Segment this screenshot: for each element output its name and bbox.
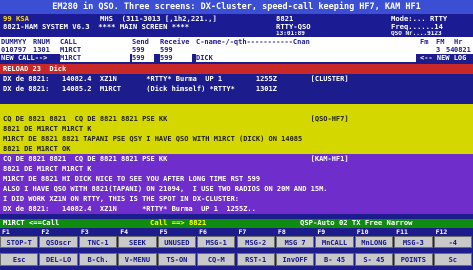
col-header-hr: Hr: [454, 38, 463, 46]
header-mode: MHS (311-3013 [,1h2,221.,]: [100, 15, 217, 23]
shift-fkey-button-10[interactable]: S- 45: [354, 253, 394, 266]
fkey-button-11[interactable]: MSG-3: [394, 236, 433, 248]
fkey-number: F5: [159, 228, 168, 236]
fkey-number: F1: [2, 228, 10, 236]
fkey-button-5[interactable]: UNUSED: [157, 236, 197, 248]
header-station: 8821: [276, 15, 294, 23]
col-header-receive: Receive: [160, 38, 190, 46]
fkey-number: F9: [317, 228, 326, 236]
fkey-number: F10: [356, 228, 369, 236]
fkey-button-8[interactable]: MSG 7: [275, 236, 315, 248]
log-row-receive: 599: [160, 46, 173, 54]
message-line: ALSO I HAVE QSO WITH 8821(TAPANI) ON 210…: [0, 184, 473, 194]
col-header-date: DUMMYY: [1, 38, 27, 46]
col-header-send: Send: [132, 38, 149, 46]
new-call-receive[interactable]: 599: [160, 54, 192, 62]
shift-fkey-button-1[interactable]: Esc: [0, 253, 39, 266]
message-line: 8821 DE M1RCT M1RCT K: [0, 124, 473, 134]
shift-fkey-button-8[interactable]: InvOFF: [275, 253, 315, 266]
header-system: 8821-HAM SYSTEM V6.3 **** MAIN SCREEN **…: [3, 23, 190, 31]
app-window: EM280 in QSO. Three screens: DX-Cluster,…: [0, 0, 473, 270]
fkey-button-1[interactable]: STOP-T: [0, 236, 39, 248]
message-line: 8821 DE M1RCT OK: [0, 144, 473, 154]
new-call-row[interactable]: NEW CALL--> M1RCT 599 599 DICK <-- NEW L…: [0, 54, 473, 63]
col-header-name: C-name-/-qth-----------Cnan: [196, 38, 310, 46]
shift-fkey-button-5[interactable]: TS-ON: [157, 253, 197, 266]
header-time: 13:01:89: [276, 31, 305, 36]
fkey-button-9[interactable]: MnCALL: [315, 236, 354, 248]
message-line: DX de 8821: 14082.4 XZ1N *RTTY* Burma UP…: [0, 204, 473, 214]
shift-fkey-button-7[interactable]: RST-1: [236, 253, 275, 266]
shift-fkey-button-12[interactable]: Sc: [433, 253, 472, 266]
log-row-call: M1RCT: [60, 46, 82, 54]
fkey-button-2[interactable]: QSOscr: [39, 236, 78, 248]
status-bar: M1RCT <==Call Call ==> 8821 QSP-Auto 02 …: [0, 219, 473, 228]
log-row-date: 010797: [1, 46, 27, 54]
fkey-number: F4: [120, 228, 129, 236]
fkey-number: F12: [435, 228, 448, 236]
fkey-number: F11: [396, 228, 408, 236]
log-table: DUMMYY RNUM CALL Send Receive C-name-/-q…: [0, 37, 473, 63]
col-header-rnum: RNUM: [33, 38, 50, 46]
message-line: M1RCT DE 8821 HI DICK NICE TO SEE YOU AF…: [0, 174, 473, 184]
fkey-button-3[interactable]: TNC-1: [78, 236, 118, 248]
message-line: RELOAD 23 Dick: [0, 64, 473, 74]
fkey-button-12[interactable]: -4: [433, 236, 472, 248]
status-call-left: M1RCT <==Call: [3, 219, 60, 227]
fkey-number: F2: [41, 228, 50, 236]
header-modeinfo: Mode:... RTTY: [391, 15, 448, 23]
fkey-number: F8: [277, 228, 286, 236]
fkey-number: F7: [238, 228, 247, 236]
fkey-button-4[interactable]: SEEK: [118, 236, 157, 248]
fkey-number: F6: [199, 228, 207, 236]
fkey-button-10[interactable]: MnLONG: [354, 236, 394, 248]
message-line: 8821 DE M1RCT M1RCT K: [0, 164, 473, 174]
new-log-label: <-- NEW LOG: [420, 54, 467, 62]
shift-fkey-button-9[interactable]: B- 45: [315, 253, 354, 266]
shift-fkey-button-2[interactable]: DEL-LO: [39, 253, 78, 266]
log-row-rnum: 1301: [33, 46, 50, 54]
shift-fkey-button-3[interactable]: B-Ch.: [78, 253, 118, 266]
col-header-fm2: FM: [436, 38, 445, 46]
log-row-send: 599: [132, 46, 145, 54]
fkey-number: F3: [80, 228, 89, 236]
shift-fkey-button-6[interactable]: CQ-M: [197, 253, 236, 266]
shift-fkey-button-4[interactable]: V-MENU: [118, 253, 157, 266]
message-line: [0, 94, 473, 104]
title-bar: EM280 in QSO. Three screens: DX-Cluster,…: [0, 0, 473, 14]
message-line: [0, 104, 473, 114]
header-panel: 99 KSA MHS (311-3013 [,1h2,221.,] 8821 M…: [0, 14, 473, 36]
header-qsonr: QSO Nr....9123: [391, 31, 442, 36]
new-call-name[interactable]: DICK: [196, 54, 416, 62]
shift-fkey-button-11[interactable]: POINTS: [394, 253, 433, 266]
header-call: 99 KSA: [3, 15, 29, 23]
message-line: M1RCT DE 8821 8821 TAPANI PSE QSY I HAVE…: [0, 134, 473, 144]
new-call-label: NEW CALL-->: [1, 54, 48, 62]
message-line: CQ DE 8821 8821 CQ DE 8821 8821 PSE KK […: [0, 114, 473, 124]
new-call-input[interactable]: M1RCT: [60, 54, 130, 62]
col-header-fm1: Fm: [420, 38, 429, 46]
message-line: DX de 8821: 14085.2 M1RCT (Dick himself)…: [0, 84, 473, 94]
status-mode-right: QSP-Auto 02 TX Free Narrow: [300, 219, 413, 227]
fkey-button-6[interactable]: MSG-1: [197, 236, 236, 248]
col-header-call: CALL: [60, 38, 77, 46]
message-line: CQ DE 8821 8821 CQ DE 8821 8821 PSE KK […: [0, 154, 473, 164]
header-freq: Freq......14: [391, 23, 443, 31]
new-call-send[interactable]: 599: [132, 54, 154, 62]
log-row-hr2: 0821: [454, 46, 471, 54]
message-line: DX de 8821: 14082.4 XZ1N *RTTY* Burma UP…: [0, 74, 473, 84]
fkey-button-7[interactable]: MSG-2: [236, 236, 275, 248]
header-qsotype: RTTY-QSO: [276, 23, 311, 31]
status-call-mid: Call ==> 8821: [150, 219, 207, 227]
message-line: I DID WORK XZ1N ON RTTY, THIS IS THE SPO…: [0, 194, 473, 204]
